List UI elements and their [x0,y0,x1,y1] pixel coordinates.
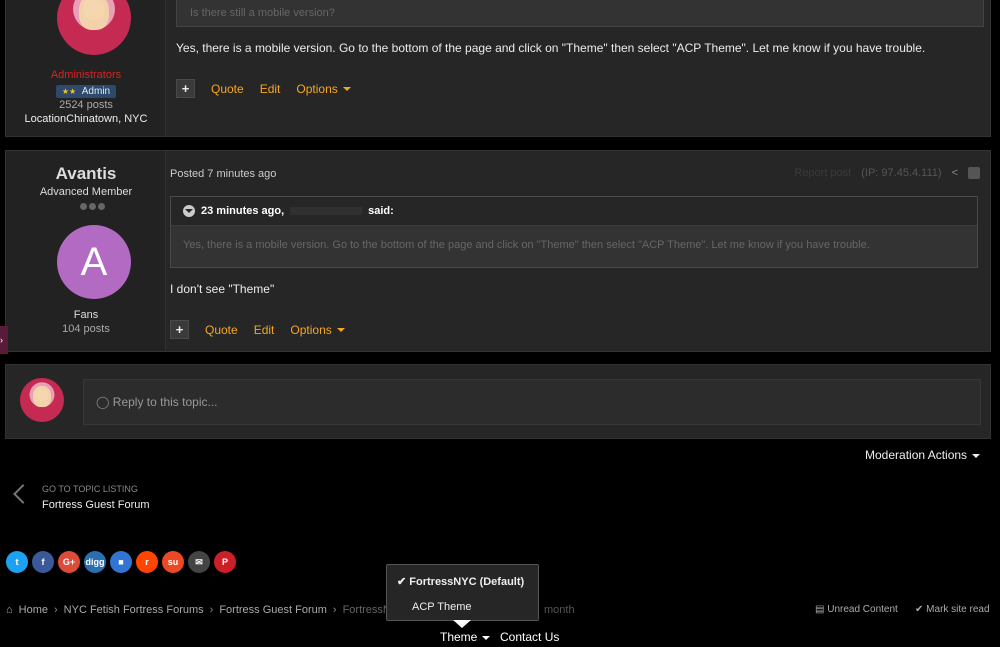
theme-menu-button[interactable]: Theme [440,630,491,644]
reddit-icon[interactable]: r [136,551,158,573]
theme-option-default[interactable]: ✔ FortressNYC (Default) [397,575,524,588]
options-menu[interactable]: Options [290,322,345,337]
post-2: Avantis Advanced Member A Fans 104 posts… [5,150,991,352]
post-1-author-group: Administrators [50,69,122,81]
moderation-label: Moderation Actions [865,448,968,462]
theme-option-label: FortressNYC (Default) [409,576,525,588]
sidebar-toggle-tab[interactable]: › [0,326,8,354]
post-1-avatar[interactable] [57,0,131,55]
chevron-left-icon [13,484,33,504]
caret-down-icon [972,453,981,458]
mark-site-read-link[interactable]: ✔ Mark site read [915,604,990,615]
breadcrumb-home[interactable]: Home [19,604,48,616]
location-value: Chinatown, NYC [66,113,148,125]
post-1-role-badge: ★★ Admin [6,83,166,98]
post-2-blockquote: 23 minutes ago, said: Yes, there is a mo… [170,196,978,268]
google-plus-icon[interactable]: G+ [58,551,80,573]
unread-content-link[interactable]: ▤ Unread Content [815,604,898,615]
stumbleupon-icon[interactable]: su [162,551,184,573]
edit-link[interactable]: Edit [260,82,281,96]
post-2-body: I don't see "Theme" [170,282,275,296]
delicious-icon[interactable]: ■ [110,551,132,573]
email-icon[interactable]: ✉ [188,551,210,573]
quote-citation: 23 minutes ago, said: [171,197,977,226]
caret-down-icon [342,87,351,92]
post-2-author-title: Advanced Member [39,186,133,198]
share-buttons: t f G+ digg ■ r su ✉ P [6,551,236,573]
theme-dropdown-menu: ✔ FortressNYC (Default) ACP Theme [386,564,539,628]
unread-label: Unread Content [827,604,898,615]
chevron-down-icon[interactable] [183,205,195,217]
breadcrumb-forums[interactable]: NYC Fetish Fortress Forums [64,604,204,616]
post-1-author-panel: Administrators ★★ Admin 2524 posts Locat… [6,0,166,136]
current-user-avatar [20,378,64,422]
breadcrumb-guest-forum[interactable]: Fortress Guest Forum [219,604,327,616]
digg-icon[interactable]: digg [84,551,106,573]
reputation-dots-icon [80,203,105,210]
post-1-quote-box: Is there still a mobile version? [176,0,984,27]
post-1-location: LocationChinatown, NYC [6,113,166,125]
post-2-author-name[interactable]: Avantis [6,164,166,184]
quote-said: said: [368,205,394,217]
options-label: Options [296,81,338,96]
share-icon[interactable]: < [952,167,958,179]
pinterest-icon[interactable]: P [214,551,236,573]
caret-down-icon [336,328,345,333]
unread-icon: ▤ [815,604,825,615]
moderation-actions-menu[interactable]: Moderation Actions [865,448,981,462]
home-icon: ⌂ [6,604,13,616]
contact-us-link[interactable]: Contact Us [500,630,559,644]
post-1-body: Yes, there is a mobile version. Go to th… [176,41,926,55]
breadcrumb-tail: month [544,604,575,616]
post-2-timestamp: Posted 7 minutes ago [170,168,277,180]
location-label: Location [24,113,67,125]
caret-down-icon [482,635,491,640]
quote-time: 23 minutes ago, [201,205,285,217]
avatar-letter: A [80,239,108,284]
quote-contents: Yes, there is a mobile version. Go to th… [171,226,977,267]
facebook-icon[interactable]: f [32,551,54,573]
post-2-author-panel: Avantis Advanced Member A Fans 104 posts [6,151,166,351]
post-2-meta: Report post (IP: 97.45.4.111) < [794,167,980,179]
check-icon: ✔ [397,576,407,588]
post-2-posts-count: 104 posts [62,323,110,335]
post-1-posts-count: 2524 posts [59,99,113,111]
post-ip: (IP: 97.45.4.111) [861,167,942,179]
theme-option-acp[interactable]: ACP Theme [412,601,472,613]
post-2-group: Fans [73,309,99,321]
topic-listing-label: GO TO TOPIC LISTING [42,484,138,494]
options-label: Options [290,322,332,337]
report-post-link[interactable]: Report post [794,167,851,179]
quoted-author-redacted [290,207,363,215]
theme-label: Theme [440,630,478,644]
twitter-icon[interactable]: t [6,551,28,573]
mark-read-label: Mark site read [926,604,990,615]
post-2-controls: + Quote Edit Options [170,320,361,339]
quote-link[interactable]: Quote [211,82,244,96]
edit-link[interactable]: Edit [254,323,275,337]
topic-listing-forum: Fortress Guest Forum [42,499,150,511]
badge-label: Admin [81,86,111,97]
multiquote-button[interactable]: + [170,320,189,339]
quote-link[interactable]: Quote [205,323,238,337]
post-1-controls: + Quote Edit Options [176,79,367,98]
breadcrumb: ⌂ Home › NYC Fetish Fortress Forums › Fo… [6,604,407,616]
badge-stars: ★★ [61,87,77,96]
check-icon: ✔ [915,604,924,615]
select-post-checkbox[interactable] [968,167,980,179]
multiquote-button[interactable]: + [176,79,195,98]
post-2-avatar[interactable]: A [57,225,131,299]
options-menu[interactable]: Options [296,81,351,96]
reply-placeholder: Reply to this topic... [112,395,218,409]
comment-icon: ◯ [96,395,110,409]
reply-input[interactable]: ◯ Reply to this topic... [83,379,981,425]
post-1: Administrators ★★ Admin 2524 posts Locat… [5,0,991,137]
reply-box: ◯ Reply to this topic... [5,364,991,439]
